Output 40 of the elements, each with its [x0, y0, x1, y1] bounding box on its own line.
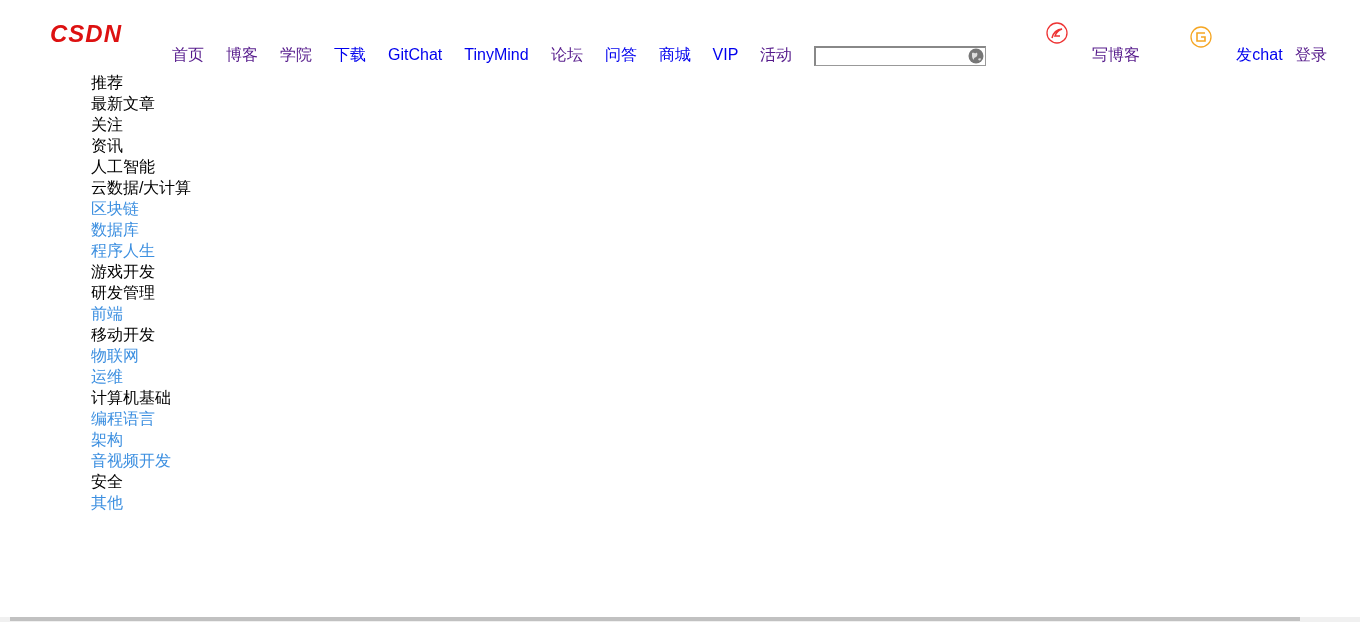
nav-link[interactable]: 下载 [334, 44, 366, 66]
sidebar-link[interactable]: 音视频开发 [91, 450, 171, 471]
quill-icon[interactable] [1046, 22, 1069, 44]
sidebar-link[interactable]: 程序人生 [91, 240, 155, 261]
action-link[interactable]: 发chat [1236, 44, 1283, 66]
sidebar-link[interactable]: 架构 [91, 429, 123, 450]
sidebar-link[interactable]: 游戏开发 [91, 261, 155, 282]
horizontal-scrollbar[interactable] [0, 617, 1360, 622]
nav-link[interactable]: 商城 [658, 44, 691, 66]
sidebar-link[interactable]: 计算机基础 [91, 387, 171, 408]
sidebar-link[interactable]: 运维 [91, 366, 123, 387]
nav-link[interactable]: 学院 [280, 44, 312, 66]
nav-link[interactable]: VIP [712, 44, 739, 66]
sidebar-link[interactable]: 云数据/大计算 [91, 177, 192, 198]
nav-link[interactable]: 首页 [172, 44, 204, 66]
scrollbar-thumb[interactable] [10, 617, 1300, 621]
nav-link[interactable]: 论坛 [550, 44, 583, 66]
login-link[interactable]: 登录 [1294, 44, 1327, 66]
nav-link[interactable]: 活动 [760, 44, 793, 66]
sidebar-link[interactable]: 推荐 [91, 72, 123, 93]
sidebar-link[interactable]: 研发管理 [91, 282, 155, 303]
sidebar-link[interactable]: 关注 [91, 114, 123, 135]
sidebar-link[interactable]: 物联网 [91, 345, 139, 366]
globe-icon[interactable] [968, 48, 985, 64]
sidebar-link[interactable]: 编程语言 [91, 408, 155, 429]
action-link[interactable]: 写博客 [1092, 44, 1141, 66]
nav-link[interactable]: 博客 [226, 44, 258, 66]
sidebar-link[interactable]: 数据库 [91, 219, 139, 240]
nav-link[interactable]: TinyMind [464, 44, 529, 66]
nav-link[interactable]: GitChat [388, 44, 443, 66]
sidebar-link[interactable]: 前端 [91, 303, 123, 324]
logo[interactable]: CSDN [50, 20, 172, 48]
sidebar-link[interactable]: 安全 [91, 471, 123, 492]
search-field[interactable] [814, 46, 987, 66]
sidebar-link[interactable]: 最新文章 [91, 93, 155, 114]
sidebar-link[interactable]: 移动开发 [91, 324, 155, 345]
nav-link[interactable]: 问答 [604, 44, 637, 66]
sidebar-link[interactable]: 资讯 [91, 135, 123, 156]
sidebar-link[interactable]: 人工智能 [91, 156, 155, 177]
sidebar-link[interactable]: 其他 [91, 492, 123, 513]
